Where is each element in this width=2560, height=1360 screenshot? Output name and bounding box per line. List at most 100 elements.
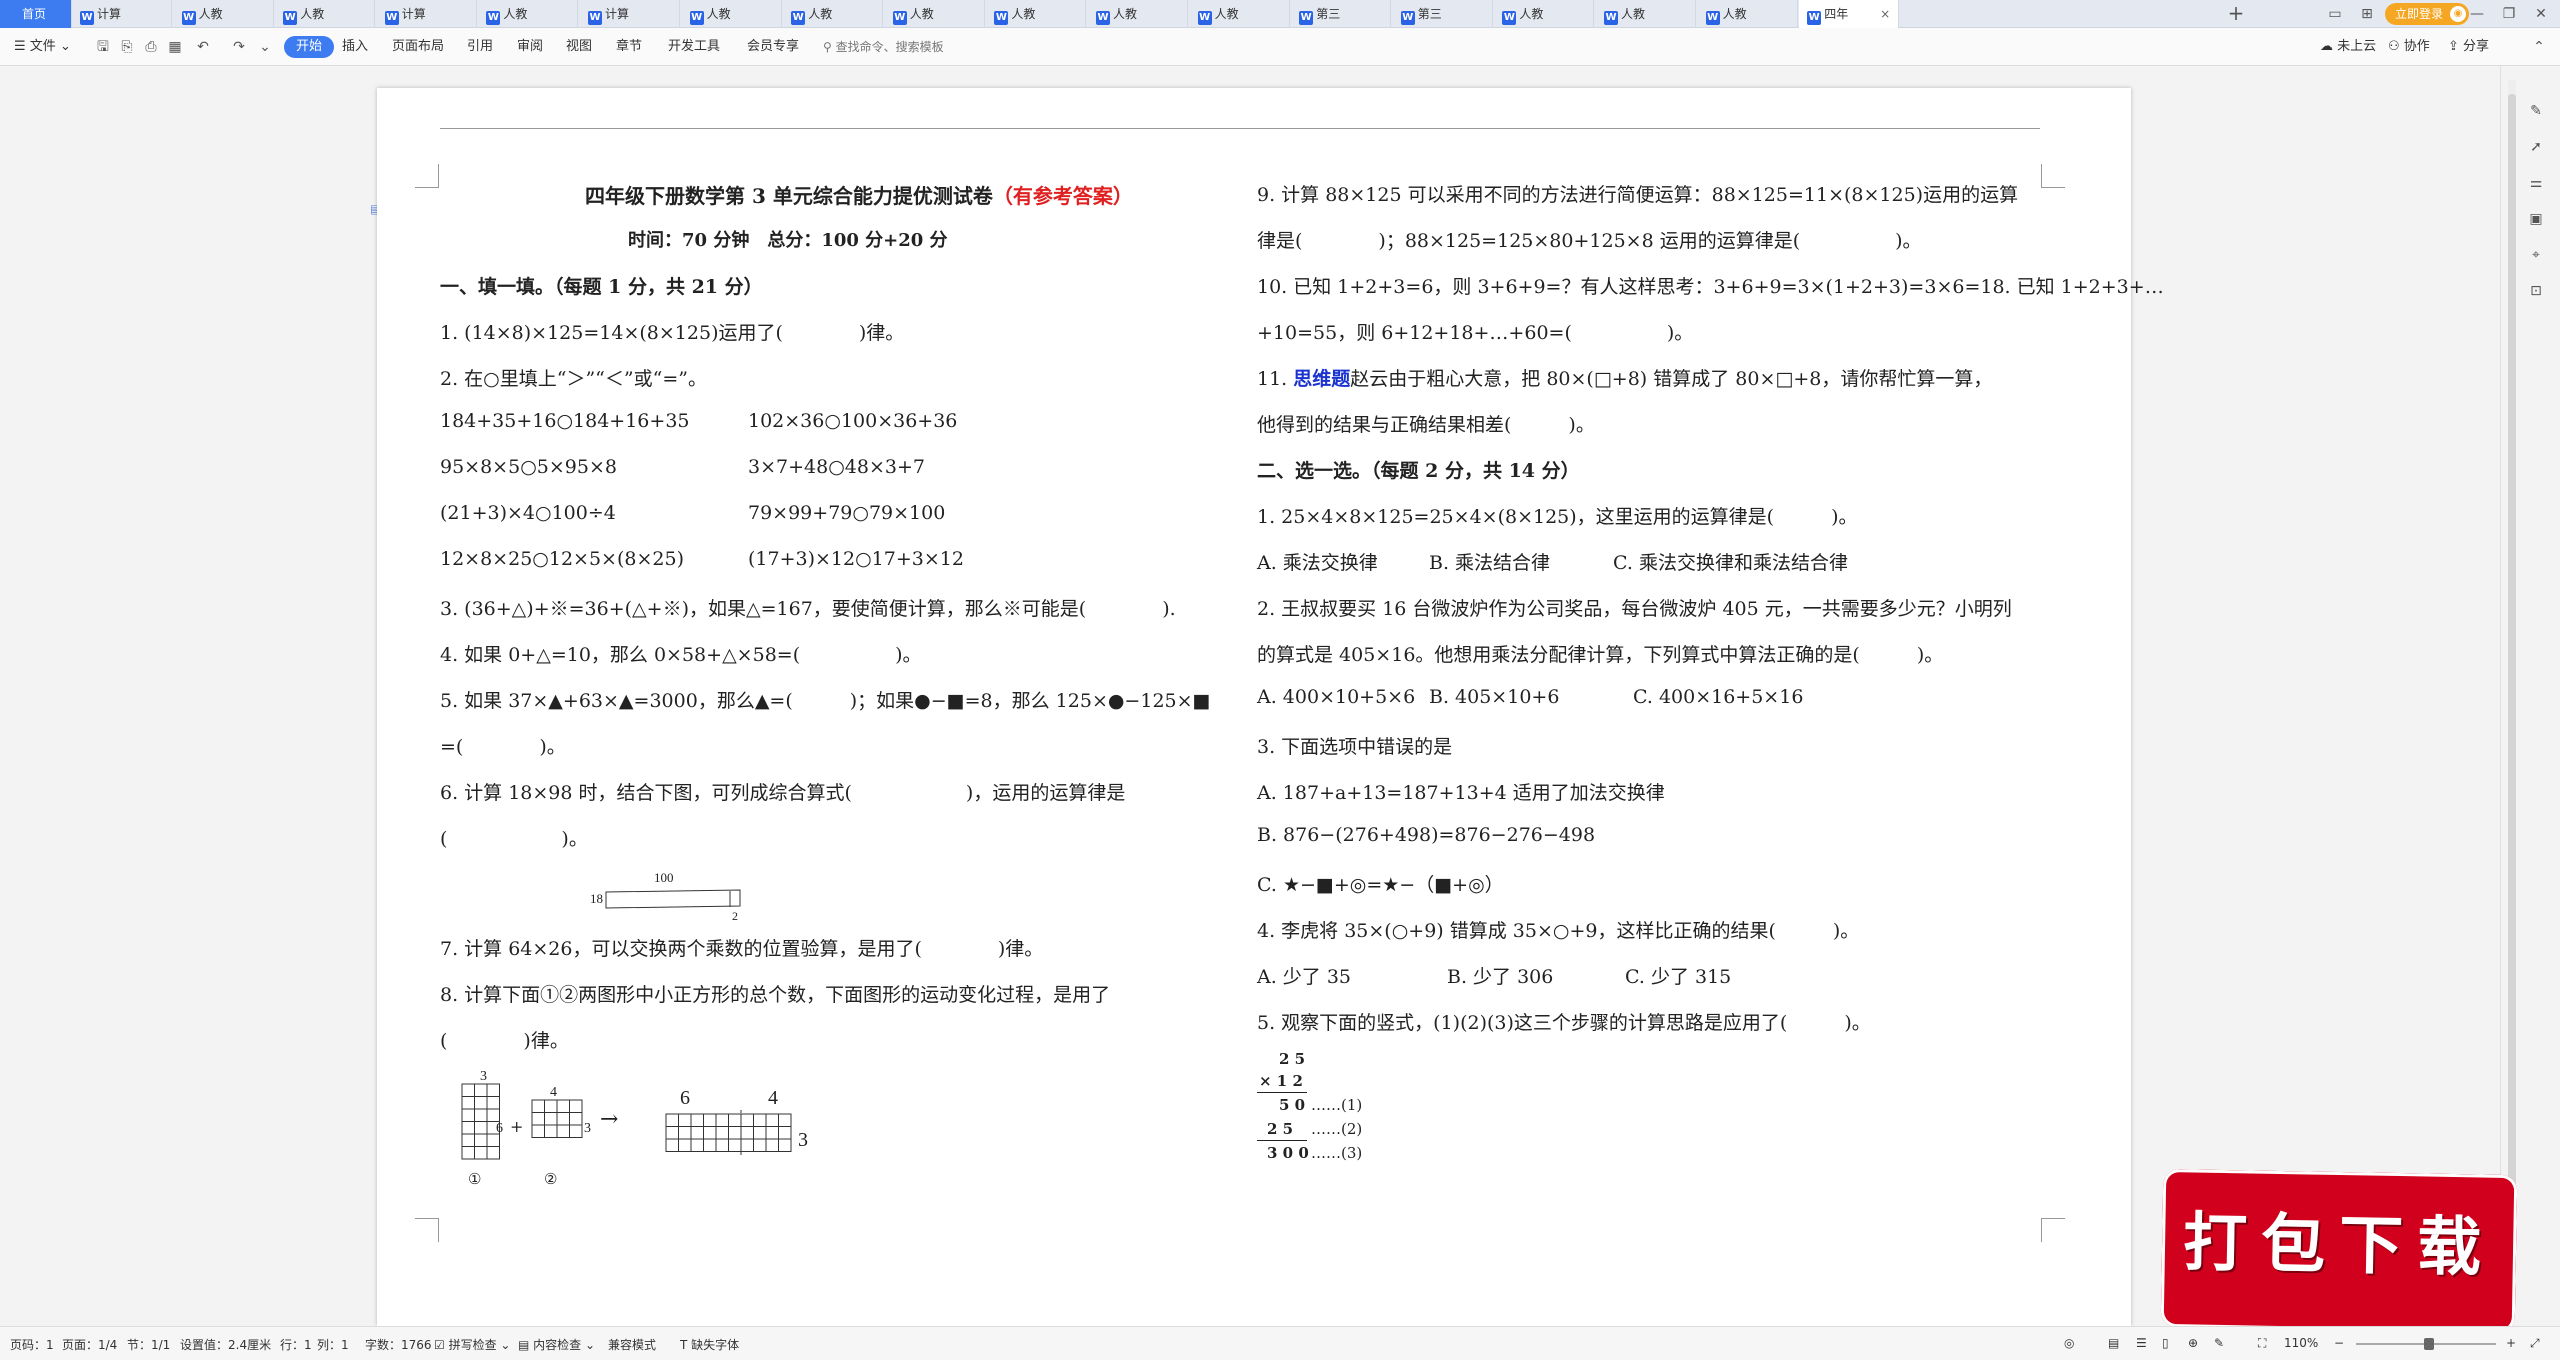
select-icon[interactable]: ➚ xyxy=(2527,138,2545,156)
share-button[interactable]: ⇪ 分享 xyxy=(2448,36,2489,58)
collapse-ribbon-icon[interactable]: ⌃ xyxy=(2530,38,2548,56)
choice-1: 1. 25×4×8×125=25×4×(8×125)，这里运用的运算律是( )。 xyxy=(1257,506,1858,528)
zoom-slider-knob[interactable] xyxy=(2424,1338,2434,1350)
print-icon[interactable]: ⎙ xyxy=(142,38,160,56)
tab-document[interactable]: W 计算 xyxy=(580,0,680,28)
web-view-icon[interactable]: ⊕ xyxy=(2188,1336,2198,1350)
tab-document[interactable]: W 人教 xyxy=(1698,0,1798,28)
spell-check-button[interactable]: ☑ 拼写检查 ⌄ xyxy=(434,1336,510,1353)
undo-icon[interactable]: ↶ xyxy=(194,38,212,56)
grid-cell xyxy=(474,1133,488,1147)
menu-layout[interactable]: 页面布局 xyxy=(392,36,444,58)
zoom-out-icon[interactable]: − xyxy=(2334,1336,2344,1350)
download-watermark[interactable]: 打包下载 xyxy=(2160,1168,2518,1334)
tab-document[interactable]: W 人教 xyxy=(1088,0,1188,28)
menu-dev[interactable]: 开发工具 xyxy=(668,36,720,58)
choice-2: 2. 王叔叔要买 16 台微波炉作为公司奖品，每台微波炉 405 元，一共需要多… xyxy=(1257,598,2012,620)
missing-font-label: 缺失字体 xyxy=(691,1338,740,1352)
calc-step-1: ……(1) xyxy=(1311,1096,1363,1114)
collab-button[interactable]: ⚇ 协作 xyxy=(2388,36,2430,58)
tab-document[interactable]: W 第三 xyxy=(1393,0,1493,28)
tab-document[interactable]: W 人教 xyxy=(478,0,579,28)
close-tab-icon[interactable]: × xyxy=(1880,0,1890,28)
wps-writer-icon: W xyxy=(1807,11,1822,25)
grid-cell xyxy=(690,1113,704,1127)
q2-item-a: 184+35+16○184+16+35 xyxy=(440,410,690,432)
layout-icon[interactable]: ▭ xyxy=(2320,0,2350,28)
zoom-level[interactable]: 110% xyxy=(2284,1336,2318,1350)
menu-member[interactable]: 会员专享 xyxy=(747,36,799,58)
tab-label: 第三 xyxy=(1316,7,1341,21)
wps-writer-icon: W xyxy=(791,11,806,25)
grid-cell xyxy=(544,1112,558,1126)
question-1: 1. (14×8)×125=14×(8×125)运用了( )律。 xyxy=(440,322,905,344)
grid-cell xyxy=(461,1121,475,1135)
login-button[interactable]: 立即登录 ◉ xyxy=(2385,3,2470,25)
write-mode-icon[interactable]: ✎ xyxy=(2214,1336,2224,1350)
menu-insert[interactable]: 插入 xyxy=(342,36,368,58)
edit-icon[interactable]: ✎ xyxy=(2527,102,2545,120)
redo-icon[interactable]: ↷ xyxy=(230,38,248,56)
tab-document[interactable]: W 人教 xyxy=(783,0,884,28)
tab-document[interactable]: W 人教 xyxy=(1596,0,1696,28)
tab-document[interactable]: W 人教 xyxy=(174,0,274,28)
tab-document[interactable]: W 人教 xyxy=(682,0,782,28)
location-icon[interactable]: ⌖ xyxy=(2527,246,2545,264)
menu-start[interactable]: 开始 xyxy=(284,36,335,58)
tab-document[interactable]: W 第三 xyxy=(1291,0,1392,28)
minimize-icon[interactable]: — xyxy=(2462,0,2492,28)
menu-section[interactable]: 章节 xyxy=(616,36,642,58)
more-icon[interactable]: ⌄ xyxy=(256,38,274,56)
tab-document[interactable]: W 计算 xyxy=(72,0,172,28)
tab-document[interactable]: W 人教 xyxy=(1494,0,1595,28)
restore-icon[interactable]: ❐ xyxy=(2494,0,2524,28)
menu-reference[interactable]: 引用 xyxy=(467,36,493,58)
outline-view-icon[interactable]: ☰ xyxy=(2136,1336,2147,1350)
grid-cell xyxy=(474,1096,488,1110)
tab-document[interactable]: W 人教 xyxy=(275,0,376,28)
scroll-thumb[interactable] xyxy=(2508,94,2516,1274)
fullscreen-icon[interactable]: ⤢ xyxy=(2530,1336,2540,1351)
zoom-slider[interactable] xyxy=(2356,1338,2496,1350)
missing-font-button[interactable]: T 缺失字体 xyxy=(680,1336,739,1353)
tab-active-document[interactable]: W 四年 × xyxy=(1799,0,1900,28)
fig8-b-right: 3 xyxy=(584,1121,591,1136)
menu-review[interactable]: 审阅 xyxy=(517,36,543,58)
grid-cell xyxy=(665,1113,679,1127)
preview-icon[interactable]: ▦ xyxy=(166,38,184,56)
status-pages[interactable]: 页面：1/4 xyxy=(62,1336,117,1353)
new-tab-button[interactable]: + xyxy=(2224,0,2248,28)
eye-protect-icon[interactable]: ◎ xyxy=(2064,1336,2074,1350)
status-page-number[interactable]: 页码：1 xyxy=(10,1336,54,1353)
watermark-text: 打包下载 xyxy=(2182,1205,2496,1286)
wps-writer-icon: W xyxy=(689,11,704,25)
tab-document[interactable]: W 人教 xyxy=(1190,0,1290,28)
grid-cell xyxy=(678,1113,692,1127)
cloud-status[interactable]: ☁ 未上云 xyxy=(2320,36,2376,58)
file-menu[interactable]: ☰ 文件 ⌄ xyxy=(14,36,71,58)
tab-document[interactable]: W 计算 xyxy=(377,0,477,28)
document-page[interactable]: 四年级下册数学第 3 单元综合能力提优测试卷（有参考答案） 时间：70 分钟 总… xyxy=(377,88,2164,1326)
zoom-in-icon[interactable]: + xyxy=(2506,1336,2516,1350)
grid-icon[interactable]: ⊞ xyxy=(2352,0,2382,28)
reading-view-icon[interactable]: ▯ xyxy=(2162,1336,2169,1350)
image-icon[interactable]: ▣ xyxy=(2527,210,2545,228)
fit-page-icon[interactable]: ⛶ xyxy=(2258,1336,2266,1351)
page-view-icon[interactable]: ▤ xyxy=(2108,1336,2119,1350)
tab-home[interactable]: 首页 xyxy=(0,0,72,28)
export-icon[interactable]: ⎘ xyxy=(118,38,136,56)
menu-view[interactable]: 视图 xyxy=(566,36,592,58)
bookmark-icon[interactable]: ⊡ xyxy=(2527,282,2545,300)
content-check-button[interactable]: ▤ 内容检查 ⌄ xyxy=(518,1336,595,1353)
tab-document[interactable]: W 人教 xyxy=(885,0,985,28)
command-search[interactable]: ⚲ 查找命令、搜索模板 xyxy=(823,37,1003,57)
tab-document[interactable]: W 人教 xyxy=(986,0,1087,28)
vertical-scrollbar[interactable] xyxy=(2508,80,2516,1310)
adjust-icon[interactable]: ⚌ xyxy=(2527,174,2545,192)
grid-cell xyxy=(728,1113,742,1127)
choice-2-c: C. 400×16+5×16 xyxy=(1633,686,1804,708)
status-word-count[interactable]: 字数：1766 xyxy=(365,1336,432,1353)
grid-cell xyxy=(778,1113,792,1127)
save-icon[interactable]: 🖫 xyxy=(94,38,112,56)
close-window-icon[interactable]: ✕ xyxy=(2526,0,2556,28)
